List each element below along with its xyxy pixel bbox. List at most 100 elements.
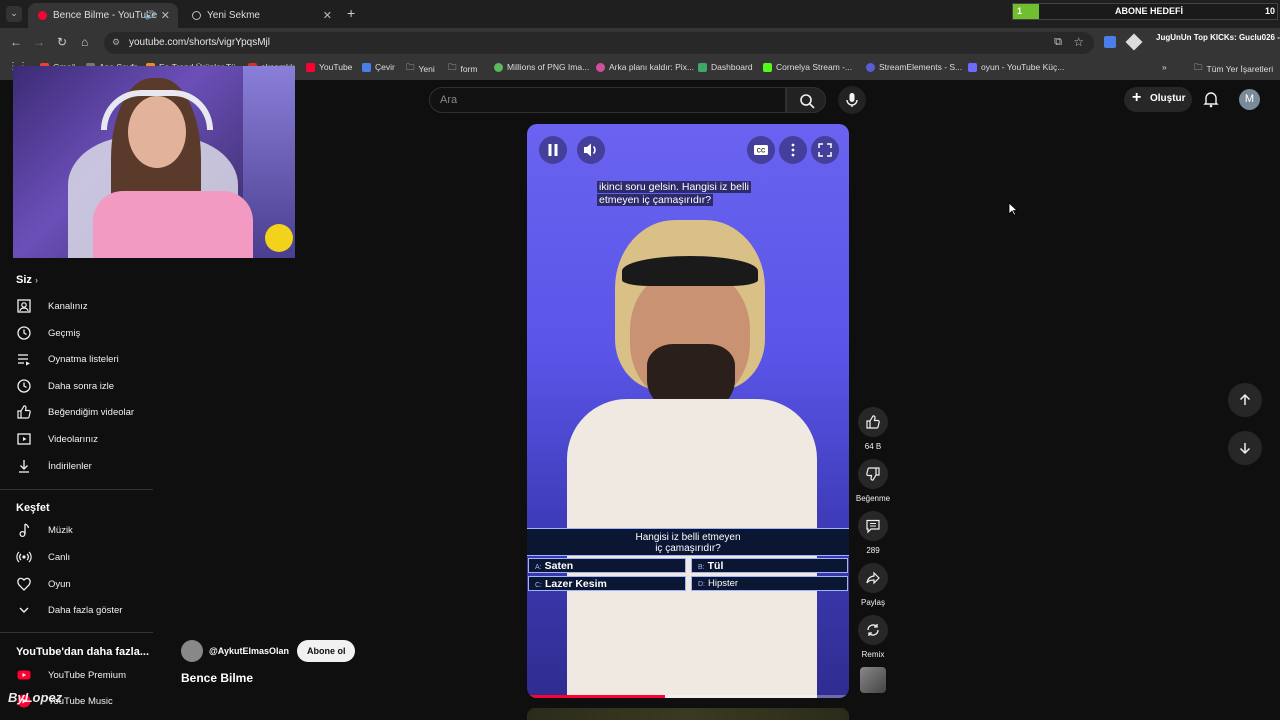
bookmark-folder-new[interactable]: 🗀 Yeni bbox=[406, 62, 435, 76]
bookmark-oyun[interactable]: oyun - YouTube Küç... bbox=[968, 62, 1064, 72]
webcam-pink-sweater bbox=[93, 191, 253, 258]
account-avatar[interactable]: M bbox=[1239, 89, 1260, 110]
volume-button[interactable] bbox=[577, 136, 605, 164]
fullscreen-button[interactable] bbox=[811, 136, 839, 164]
captions-button[interactable]: CC bbox=[747, 136, 775, 164]
like-action[interactable]: 64 B bbox=[858, 407, 888, 451]
streamelements-icon bbox=[866, 62, 875, 72]
home-icon[interactable]: ⌂ bbox=[81, 35, 88, 49]
tab-new[interactable]: Yeni Sekme ✕ bbox=[182, 3, 340, 28]
search-button[interactable] bbox=[786, 87, 826, 113]
comments-action[interactable]: 289 bbox=[858, 511, 888, 555]
remix-action[interactable]: Remix bbox=[858, 615, 888, 659]
remix-button[interactable] bbox=[858, 615, 888, 645]
sound-thumbnail[interactable] bbox=[860, 667, 886, 693]
chevron-down-icon bbox=[19, 607, 29, 613]
pause-icon bbox=[548, 144, 558, 156]
more-from-youtube-title: YouTube'dan daha fazla... bbox=[16, 646, 149, 658]
close-tab-icon[interactable]: ✕ bbox=[161, 9, 170, 22]
sidebar-item-show-more[interactable]: Daha fazla göster bbox=[16, 600, 151, 620]
folder-icon: 🗀 bbox=[406, 62, 415, 72]
chevron-right-icon: › bbox=[34, 275, 38, 285]
video-title: Bence Bilme bbox=[181, 671, 254, 685]
search-input[interactable]: Ara bbox=[429, 87, 786, 113]
clock-icon bbox=[17, 379, 31, 393]
like-button[interactable] bbox=[858, 407, 888, 437]
bookmark-bg-remove[interactable]: Arka planı kaldır: Pix... bbox=[596, 62, 694, 72]
reload-icon[interactable]: ↻ bbox=[57, 35, 67, 49]
share-button[interactable] bbox=[858, 563, 888, 593]
bookmark-kick[interactable]: Cornelya Stream -... bbox=[763, 62, 852, 72]
extension-icon[interactable] bbox=[1125, 33, 1143, 51]
webcam-overlay bbox=[13, 66, 295, 258]
audio-icon[interactable]: 🔊 bbox=[145, 10, 156, 21]
bookmark-translate[interactable]: Çevir bbox=[362, 62, 395, 72]
account-box-icon bbox=[17, 299, 31, 313]
next-short-preview[interactable] bbox=[527, 708, 849, 720]
quiz-option-b: B: Tül bbox=[691, 558, 848, 573]
previous-short-button[interactable] bbox=[1228, 383, 1262, 417]
install-icon[interactable]: ⧉ bbox=[1054, 36, 1062, 49]
more-vertical-icon bbox=[791, 143, 795, 157]
pause-button[interactable] bbox=[539, 136, 567, 164]
tab-youtube[interactable]: Bence Bilme - YouTube 🔊 ✕ bbox=[28, 3, 178, 28]
subtitle-line-1: ikinci soru gelsin. Hangisi iz belli bbox=[597, 181, 751, 193]
comment-icon bbox=[866, 519, 880, 534]
bookmark-streamelements[interactable]: StreamElements - S... bbox=[866, 62, 962, 72]
dislike-button[interactable] bbox=[858, 459, 888, 489]
video-progress-bar[interactable] bbox=[527, 695, 849, 698]
bookmark-youtube[interactable]: YouTube bbox=[306, 62, 352, 72]
dislike-action[interactable]: Beğenme bbox=[856, 459, 890, 503]
bookmark-folder-form[interactable]: 🗀 form bbox=[448, 62, 478, 76]
sidebar-item-history[interactable]: Geçmiş bbox=[16, 323, 151, 343]
search-placeholder: Ara bbox=[440, 94, 458, 106]
subscribe-button[interactable]: Abone ol bbox=[296, 640, 356, 662]
forward-icon[interactable]: → bbox=[33, 35, 45, 49]
sidebar-item-playlists[interactable]: Oynatma listeleri bbox=[16, 349, 151, 369]
quiz-question-line-2: iç çamaşırıdır? bbox=[655, 543, 721, 554]
sidebar-item-live[interactable]: Canlı bbox=[16, 547, 151, 567]
sidebar-item-your-videos[interactable]: Videolarınız bbox=[16, 429, 151, 449]
streamer-watermark: ByLopez bbox=[8, 690, 63, 705]
sidebar-item-gaming[interactable]: Oyun bbox=[16, 574, 151, 594]
sidebar-item-watch-later[interactable]: Daha sonra izle bbox=[16, 376, 151, 396]
sidebar-divider bbox=[0, 489, 153, 490]
like-count: 64 B bbox=[864, 442, 882, 451]
channel-handle[interactable]: @AykutElmasOlan bbox=[209, 646, 289, 656]
sidebar-item-channel[interactable]: Kanalınız bbox=[16, 296, 151, 316]
sidebar-item-youtube-premium[interactable]: YouTube Premium bbox=[16, 665, 151, 685]
quiz-question: Hangisi iz belli etmeyen iç çamaşırıdır? bbox=[527, 528, 849, 556]
share-action[interactable]: Paylaş bbox=[858, 563, 888, 607]
tab-search-icon[interactable]: ⌄ bbox=[6, 6, 22, 22]
voice-search-button[interactable] bbox=[838, 86, 866, 114]
notifications-button[interactable] bbox=[1202, 90, 1220, 108]
site-info-icon[interactable]: ⚙ bbox=[112, 37, 120, 48]
translate-extension-icon[interactable] bbox=[1104, 36, 1116, 48]
headphones-icon bbox=[101, 90, 213, 130]
more-options-button[interactable] bbox=[779, 136, 807, 164]
you-section-title[interactable]: Siz › bbox=[16, 274, 38, 286]
comments-button[interactable] bbox=[858, 511, 888, 541]
back-icon[interactable]: ← bbox=[10, 35, 22, 49]
bookmark-star-icon[interactable]: ☆ bbox=[1073, 35, 1084, 49]
bookmark-all[interactable]: 🗀 Tüm Yer İşaretleri bbox=[1194, 62, 1273, 76]
live-broadcast-icon bbox=[16, 551, 32, 563]
close-tab-icon[interactable]: ✕ bbox=[323, 9, 332, 22]
shorts-video-player[interactable]: CC ikinci soru gelsin. Hangisi iz belli … bbox=[527, 124, 849, 698]
bookmark-png[interactable]: Millions of PNG Ima... bbox=[494, 62, 589, 72]
create-button[interactable]: + Oluştur bbox=[1124, 87, 1192, 112]
goal-end: 10 bbox=[1264, 6, 1275, 16]
plus-icon: + bbox=[1132, 89, 1142, 106]
video-progress-fill bbox=[527, 695, 666, 698]
sidebar-item-music[interactable]: Müzik bbox=[16, 520, 151, 540]
bookmark-dashboard[interactable]: Dashboard bbox=[698, 62, 753, 72]
sidebar-item-downloads[interactable]: İndirilenler bbox=[16, 456, 151, 476]
sidebar-item-liked-videos[interactable]: Beğendiğim videolar bbox=[16, 402, 151, 422]
page-icon bbox=[494, 62, 503, 72]
more-bookmarks-icon[interactable]: » bbox=[1162, 62, 1167, 72]
channel-avatar[interactable] bbox=[181, 640, 203, 662]
next-short-button[interactable] bbox=[1228, 431, 1262, 465]
folder-icon: 🗀 bbox=[448, 62, 457, 72]
new-tab-icon[interactable]: + bbox=[347, 5, 355, 21]
url-field[interactable]: ⚙ youtube.com/shorts/vigrYpqsMjl ⧉ ☆ bbox=[104, 32, 1094, 54]
